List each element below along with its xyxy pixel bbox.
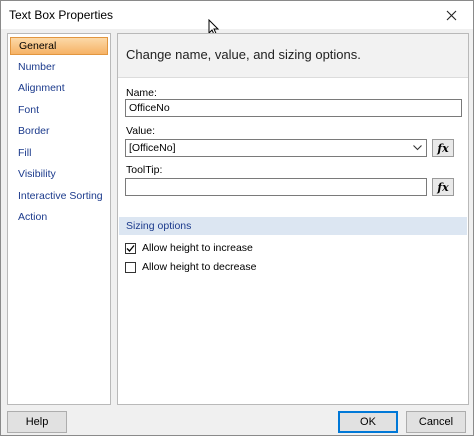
cancel-button[interactable]: Cancel bbox=[406, 411, 466, 433]
help-button[interactable]: Help bbox=[7, 411, 67, 433]
allow-shrink-label[interactable]: Allow height to decrease bbox=[142, 261, 256, 273]
dialog-window: Text Box Properties General Number Align… bbox=[0, 0, 474, 436]
sidebar-item-fill[interactable]: Fill bbox=[10, 144, 108, 162]
value-combo[interactable]: [OfficeNo] bbox=[125, 139, 427, 157]
allow-grow-label[interactable]: Allow height to increase bbox=[142, 242, 253, 254]
allow-shrink-checkbox[interactable] bbox=[125, 261, 136, 273]
sidebar-item-border[interactable]: Border bbox=[10, 122, 108, 140]
value-label: Value: bbox=[126, 125, 155, 137]
allow-grow-checkbox[interactable] bbox=[125, 242, 136, 254]
page-list: General Number Alignment Font Border Fil… bbox=[7, 33, 111, 405]
checkmark-icon bbox=[126, 244, 135, 252]
close-button[interactable] bbox=[429, 1, 473, 29]
sidebar-item-alignment[interactable]: Alignment bbox=[10, 79, 108, 97]
sidebar-item-font[interactable]: Font bbox=[10, 101, 108, 119]
sidebar-item-action[interactable]: Action bbox=[10, 208, 108, 226]
window-title: Text Box Properties bbox=[9, 8, 114, 22]
sidebar-item-general[interactable]: General bbox=[10, 37, 108, 55]
tooltip-field[interactable] bbox=[125, 178, 427, 196]
sidebar-item-number[interactable]: Number bbox=[10, 58, 108, 76]
fx-icon: fx bbox=[437, 141, 449, 155]
tooltip-expression-button[interactable]: fx bbox=[432, 178, 454, 196]
sizing-options-title: Sizing options bbox=[126, 220, 192, 232]
sizing-options-header: Sizing options bbox=[119, 217, 467, 235]
allow-grow-row: Allow height to increase bbox=[125, 241, 253, 255]
sidebar-item-interactive-sorting[interactable]: Interactive Sorting bbox=[10, 187, 108, 205]
ok-button[interactable]: OK bbox=[338, 411, 398, 433]
close-icon bbox=[446, 10, 456, 20]
properties-panel: Change name, value, and sizing options. … bbox=[117, 33, 469, 405]
name-label: Name: bbox=[126, 87, 157, 99]
panel-description: Change name, value, and sizing options. bbox=[126, 47, 361, 62]
name-field[interactable]: OfficeNo bbox=[125, 99, 462, 117]
value-expression-button[interactable]: fx bbox=[432, 139, 454, 157]
sidebar-item-visibility[interactable]: Visibility bbox=[10, 165, 108, 183]
title-bar: Text Box Properties bbox=[1, 1, 473, 29]
panel-header: Change name, value, and sizing options. bbox=[118, 34, 468, 78]
chevron-down-icon[interactable] bbox=[411, 141, 423, 155]
allow-shrink-row: Allow height to decrease bbox=[125, 260, 256, 274]
tooltip-label: ToolTip: bbox=[126, 164, 163, 176]
fx-icon: fx bbox=[437, 180, 449, 194]
value-combo-text: [OfficeNo] bbox=[129, 142, 176, 154]
